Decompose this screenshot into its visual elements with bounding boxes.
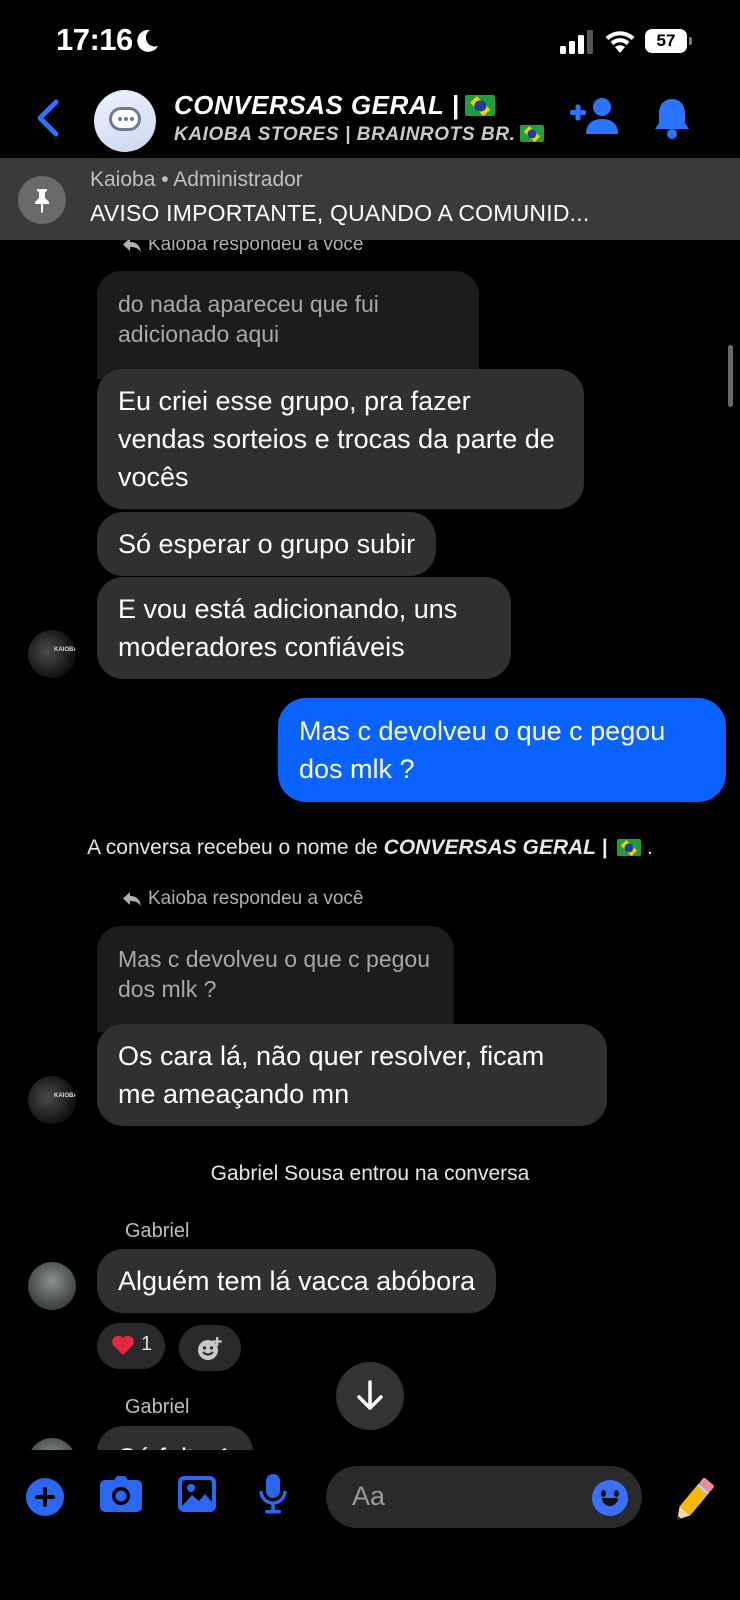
- pin-icon: [18, 176, 66, 224]
- sender-avatar[interactable]: KAIOBA: [28, 630, 76, 678]
- quoted-message[interactable]: Mas c devolveu o que c pegou dos mlk ?: [97, 926, 454, 1032]
- chat-bubble-icon: [109, 107, 141, 131]
- sender-name: Gabriel: [125, 1396, 190, 1418]
- plus-icon[interactable]: [26, 1478, 64, 1516]
- scrollbar[interactable]: [728, 345, 733, 407]
- reply-label: Kaioba respondeu a você: [122, 888, 364, 910]
- brazil-flag-icon: [465, 95, 496, 116]
- message-bubble[interactable]: Só esperar o grupo subir: [97, 512, 437, 576]
- sender-avatar[interactable]: [28, 1262, 76, 1310]
- reaction-heart[interactable]: 1: [97, 1323, 165, 1369]
- pinned-meta: Kaioba • Administrador: [90, 168, 303, 191]
- chat-subtitle[interactable]: KAIOBA STORES | BRAINROTS BR.: [174, 124, 544, 146]
- emoji-icon[interactable]: [592, 1480, 628, 1516]
- camera-icon[interactable]: [100, 1476, 142, 1512]
- message-bubble[interactable]: Alguém tem lá vacca abóbora: [97, 1249, 497, 1313]
- system-message: A conversa recebeu o nome de CONVERSAS G…: [0, 836, 740, 860]
- quoted-message[interactable]: do nada apareceu que fui adicionado aqui: [97, 271, 479, 379]
- message-bubble[interactable]: E vou está adicionando, uns moderadores …: [97, 577, 511, 679]
- system-message-prefix: A conversa recebeu o nome de: [87, 836, 378, 859]
- sender-name: Gabriel: [125, 1220, 190, 1242]
- outgoing-message-bubble[interactable]: Mas c devolveu o que c pegou dos mlk ?: [278, 698, 726, 802]
- add-reaction-icon: [198, 1337, 222, 1360]
- heart-icon: [112, 1335, 134, 1355]
- reply-label-text: Kaioba respondeu a você: [148, 888, 364, 909]
- brazil-flag-icon: [519, 125, 544, 142]
- composer-bar: Aa: [0, 1450, 740, 1600]
- message-bubble[interactable]: Eu criei esse grupo, pra fazer vendas so…: [97, 369, 584, 509]
- reply-label: Kaioba respondeu a você: [122, 240, 364, 256]
- arrow-down-icon: [357, 1380, 383, 1410]
- system-message: Gabriel Sousa entrou na conversa: [210, 1162, 530, 1185]
- message-bubble[interactable]: Os cara lá, não quer resolver, ficam me …: [97, 1024, 607, 1126]
- reply-label-text: Kaioba respondeu a você: [148, 240, 364, 255]
- sender-avatar[interactable]: [28, 1438, 76, 1450]
- pencil-icon[interactable]: [668, 1474, 720, 1526]
- chat-title[interactable]: CONVERSAS GERAL |: [174, 90, 496, 121]
- messenger-chat-screen: 17:16 57 CONVERSAS GERAL | KAIOBA STORES…: [0, 0, 740, 1600]
- message-list[interactable]: Kaioba respondeu a você do nada apareceu…: [0, 240, 740, 1450]
- system-message-name: CONVERSAS GERAL |: [383, 836, 608, 859]
- chat-title-text: CONVERSAS GERAL |: [174, 90, 460, 120]
- wifi-icon: [605, 31, 635, 53]
- message-input[interactable]: Aa: [326, 1466, 642, 1528]
- add-reaction-button[interactable]: [179, 1325, 241, 1371]
- status-time: 17:16: [56, 22, 133, 57]
- reply-icon: [123, 240, 141, 252]
- outgoing-message-text: Mas c devolveu o que c pegou dos mlk ?: [299, 716, 666, 784]
- battery-icon: 57: [645, 29, 693, 53]
- sender-avatar[interactable]: KAIOBA: [28, 1076, 76, 1124]
- chat-subtitle-text: KAIOBA STORES | BRAINROTS BR.: [174, 124, 516, 145]
- pinned-text: AVISO IMPORTANTE, QUANDO A COMUNID...: [90, 200, 590, 226]
- reaction-count: 1: [141, 1333, 153, 1355]
- battery-tip: [689, 37, 692, 45]
- image-icon[interactable]: [178, 1476, 216, 1512]
- message-input-placeholder: Aa: [352, 1481, 386, 1511]
- scroll-to-bottom-button[interactable]: [336, 1362, 404, 1430]
- status-bar: 17:16 57: [0, 0, 740, 84]
- moon-icon: [137, 29, 158, 52]
- microphone-icon[interactable]: [258, 1474, 288, 1514]
- reply-icon: [123, 892, 141, 906]
- signal-icon: [560, 30, 593, 54]
- add-user-icon[interactable]: [570, 96, 620, 136]
- bell-icon[interactable]: [652, 96, 692, 140]
- chat-header: CONVERSAS GERAL | KAIOBA STORES | BRAINR…: [0, 84, 740, 158]
- system-message-suffix: .: [647, 836, 653, 859]
- battery-level: 57: [645, 29, 687, 53]
- pinned-message-banner[interactable]: Kaioba • Administrador AVISO IMPORTANTE,…: [0, 158, 740, 240]
- group-avatar[interactable]: [94, 90, 156, 152]
- brazil-flag-icon: [617, 839, 642, 856]
- message-bubble[interactable]: Só falta 1: [97, 1426, 254, 1450]
- back-icon[interactable]: [34, 98, 62, 138]
